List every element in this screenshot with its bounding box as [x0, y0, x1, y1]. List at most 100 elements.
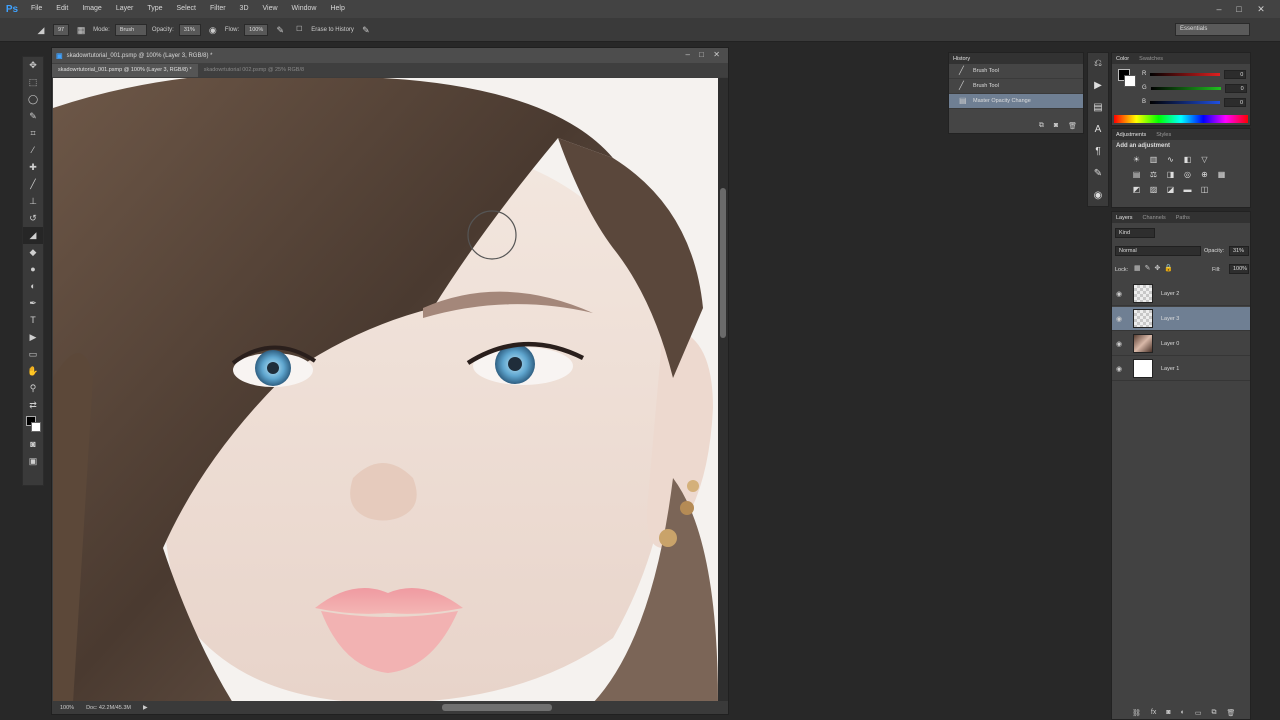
- menu-layer[interactable]: Layer: [109, 0, 141, 18]
- menu-select[interactable]: Select: [170, 0, 203, 18]
- group-icon[interactable]: ▭: [1195, 709, 1202, 717]
- vertical-scrollbar[interactable]: [718, 78, 728, 703]
- layer-filter-select[interactable]: Kind: [1115, 228, 1155, 238]
- paint-bucket-tool-icon[interactable]: ◆: [23, 244, 43, 261]
- curves-icon[interactable]: ∿: [1164, 153, 1177, 166]
- brush-size-picker[interactable]: 97: [53, 23, 70, 36]
- tab-swatches[interactable]: Swatches: [1139, 56, 1163, 62]
- document-info[interactable]: Doc: 42.2M/45.3M: [86, 705, 131, 711]
- color-lookup-icon[interactable]: ▦: [1215, 168, 1228, 181]
- red-slider[interactable]: R 0: [1142, 69, 1247, 79]
- brush-panel-icon[interactable]: ▦: [74, 23, 88, 37]
- path-selection-tool-icon[interactable]: ▶: [23, 329, 43, 346]
- hand-tool-icon[interactable]: ✋: [23, 363, 43, 380]
- actions-panel-icon[interactable]: ▶: [1088, 75, 1108, 97]
- horizontal-scroll-thumb[interactable]: [442, 704, 552, 711]
- visibility-eye-icon[interactable]: ◉: [1112, 365, 1126, 373]
- new-document-from-state-icon[interactable]: ⧉: [1039, 122, 1044, 130]
- 3d-panel-icon[interactable]: ◉: [1088, 185, 1108, 207]
- history-item[interactable]: ╱ Brush Tool: [949, 79, 1083, 94]
- history-item-selected[interactable]: ▤ Master Opacity Change: [949, 94, 1083, 109]
- eyedropper-tool-icon[interactable]: ⁄: [23, 142, 43, 159]
- menu-image[interactable]: Image: [75, 0, 108, 18]
- move-tool-icon[interactable]: ✥: [23, 57, 43, 74]
- layer-opacity-field[interactable]: 31%: [1229, 246, 1249, 256]
- menu-filter[interactable]: Filter: [203, 0, 233, 18]
- pressure-opacity-icon[interactable]: ◉: [206, 23, 220, 37]
- vibrance-icon[interactable]: ▽: [1198, 153, 1211, 166]
- levels-icon[interactable]: ▥: [1147, 153, 1160, 166]
- mode-select[interactable]: Brush: [114, 23, 147, 36]
- tab-adjustments[interactable]: Adjustments: [1116, 132, 1146, 138]
- flow-field[interactable]: 100%: [244, 23, 269, 36]
- history-brush-tool-icon[interactable]: ↺: [23, 210, 43, 227]
- clone-stamp-tool-icon[interactable]: ⊥: [23, 193, 43, 210]
- layer-row-selected[interactable]: ◉ Layer 3: [1112, 307, 1250, 331]
- lasso-tool-icon[interactable]: ◯: [23, 91, 43, 108]
- color-spectrum-ramp[interactable]: [1114, 115, 1248, 123]
- character-panel-icon[interactable]: A: [1088, 119, 1108, 141]
- zoom-level[interactable]: 100%: [60, 705, 74, 711]
- menu-window[interactable]: Window: [285, 0, 324, 18]
- blend-mode-select[interactable]: Normal: [1115, 246, 1201, 256]
- minimize-button[interactable]: –: [1210, 1, 1228, 17]
- doc-close-icon[interactable]: ✕: [713, 50, 720, 59]
- history-item[interactable]: ╱ Brush Tool: [949, 64, 1083, 79]
- brush-presets-icon[interactable]: ✎: [1088, 163, 1108, 185]
- menu-view[interactable]: View: [256, 0, 285, 18]
- brightness-contrast-icon[interactable]: ☀: [1130, 153, 1143, 166]
- tab-paths[interactable]: Paths: [1176, 215, 1190, 221]
- visibility-eye-icon[interactable]: ◉: [1112, 290, 1126, 298]
- menu-3d[interactable]: 3D: [233, 0, 256, 18]
- layer-row[interactable]: ◉ Layer 1: [1112, 357, 1250, 381]
- doc-tab-1[interactable]: skadowrtutorial_001.psmp @ 100% (Layer 3…: [52, 64, 198, 77]
- eraser-tool-icon[interactable]: ◢: [23, 227, 43, 244]
- black-white-icon[interactable]: ◨: [1164, 168, 1177, 181]
- swap-colors-icon[interactable]: ⇄: [23, 397, 43, 414]
- photo-filter-icon[interactable]: ◎: [1181, 168, 1194, 181]
- visibility-eye-icon[interactable]: ◉: [1112, 315, 1126, 323]
- selective-color-icon[interactable]: ◫: [1198, 183, 1211, 196]
- color-balance-icon[interactable]: ⚖: [1147, 168, 1160, 181]
- layer-style-icon[interactable]: fx: [1151, 709, 1156, 717]
- menu-edit[interactable]: Edit: [49, 0, 75, 18]
- vertical-scroll-thumb[interactable]: [720, 188, 726, 338]
- trash-icon[interactable]: 🗑: [1068, 122, 1077, 130]
- new-layer-icon[interactable]: ⧉: [1211, 709, 1216, 717]
- menu-file[interactable]: File: [24, 0, 49, 18]
- blue-slider[interactable]: B 0: [1142, 97, 1247, 107]
- layer-row[interactable]: ◉ Layer 0: [1112, 332, 1250, 356]
- image-canvas[interactable]: [53, 78, 718, 703]
- eraser-tool-preset-icon[interactable]: ◢: [34, 23, 48, 37]
- adjustment-layer-icon[interactable]: ◐: [1181, 709, 1185, 717]
- crop-tool-icon[interactable]: ⌗: [23, 125, 43, 142]
- maximize-button[interactable]: □: [1230, 1, 1248, 17]
- zoom-tool-icon[interactable]: ⚲: [23, 380, 43, 397]
- hue-saturation-icon[interactable]: ▤: [1130, 168, 1143, 181]
- background-color-swatch[interactable]: [31, 422, 41, 432]
- dodge-tool-icon[interactable]: ◐: [23, 278, 43, 295]
- blue-value[interactable]: 0: [1224, 97, 1247, 107]
- layer-comps-icon[interactable]: ▤: [1088, 97, 1108, 119]
- tab-styles[interactable]: Styles: [1156, 132, 1171, 138]
- visibility-eye-icon[interactable]: ◉: [1112, 340, 1126, 348]
- screen-mode-icon[interactable]: ▣: [23, 453, 43, 470]
- threshold-icon[interactable]: ◪: [1164, 183, 1177, 196]
- new-snapshot-icon[interactable]: ◙: [1054, 122, 1058, 130]
- menu-help[interactable]: Help: [323, 0, 351, 18]
- marquee-tool-icon[interactable]: ⬚: [23, 74, 43, 91]
- background-color-swatch[interactable]: [1124, 75, 1136, 87]
- document-titlebar[interactable]: ▣ skadowrtutorial_001.psmp @ 100% (Layer…: [52, 48, 728, 63]
- tab-history[interactable]: History: [953, 56, 970, 62]
- add-mask-icon[interactable]: ◙: [1166, 709, 1170, 717]
- exposure-icon[interactable]: ◧: [1181, 153, 1194, 166]
- gradient-map-icon[interactable]: ▬: [1181, 183, 1194, 196]
- history-panel-icon[interactable]: ⎌: [1088, 53, 1108, 75]
- workspace-switcher[interactable]: Essentials: [1175, 23, 1250, 36]
- tab-color[interactable]: Color: [1116, 56, 1129, 62]
- green-value[interactable]: 0: [1224, 83, 1247, 93]
- layer-row[interactable]: ◉ Layer 2: [1112, 282, 1250, 306]
- shape-tool-icon[interactable]: ▭: [23, 346, 43, 363]
- color-swatches[interactable]: [23, 414, 43, 436]
- paragraph-panel-icon[interactable]: ¶: [1088, 141, 1108, 163]
